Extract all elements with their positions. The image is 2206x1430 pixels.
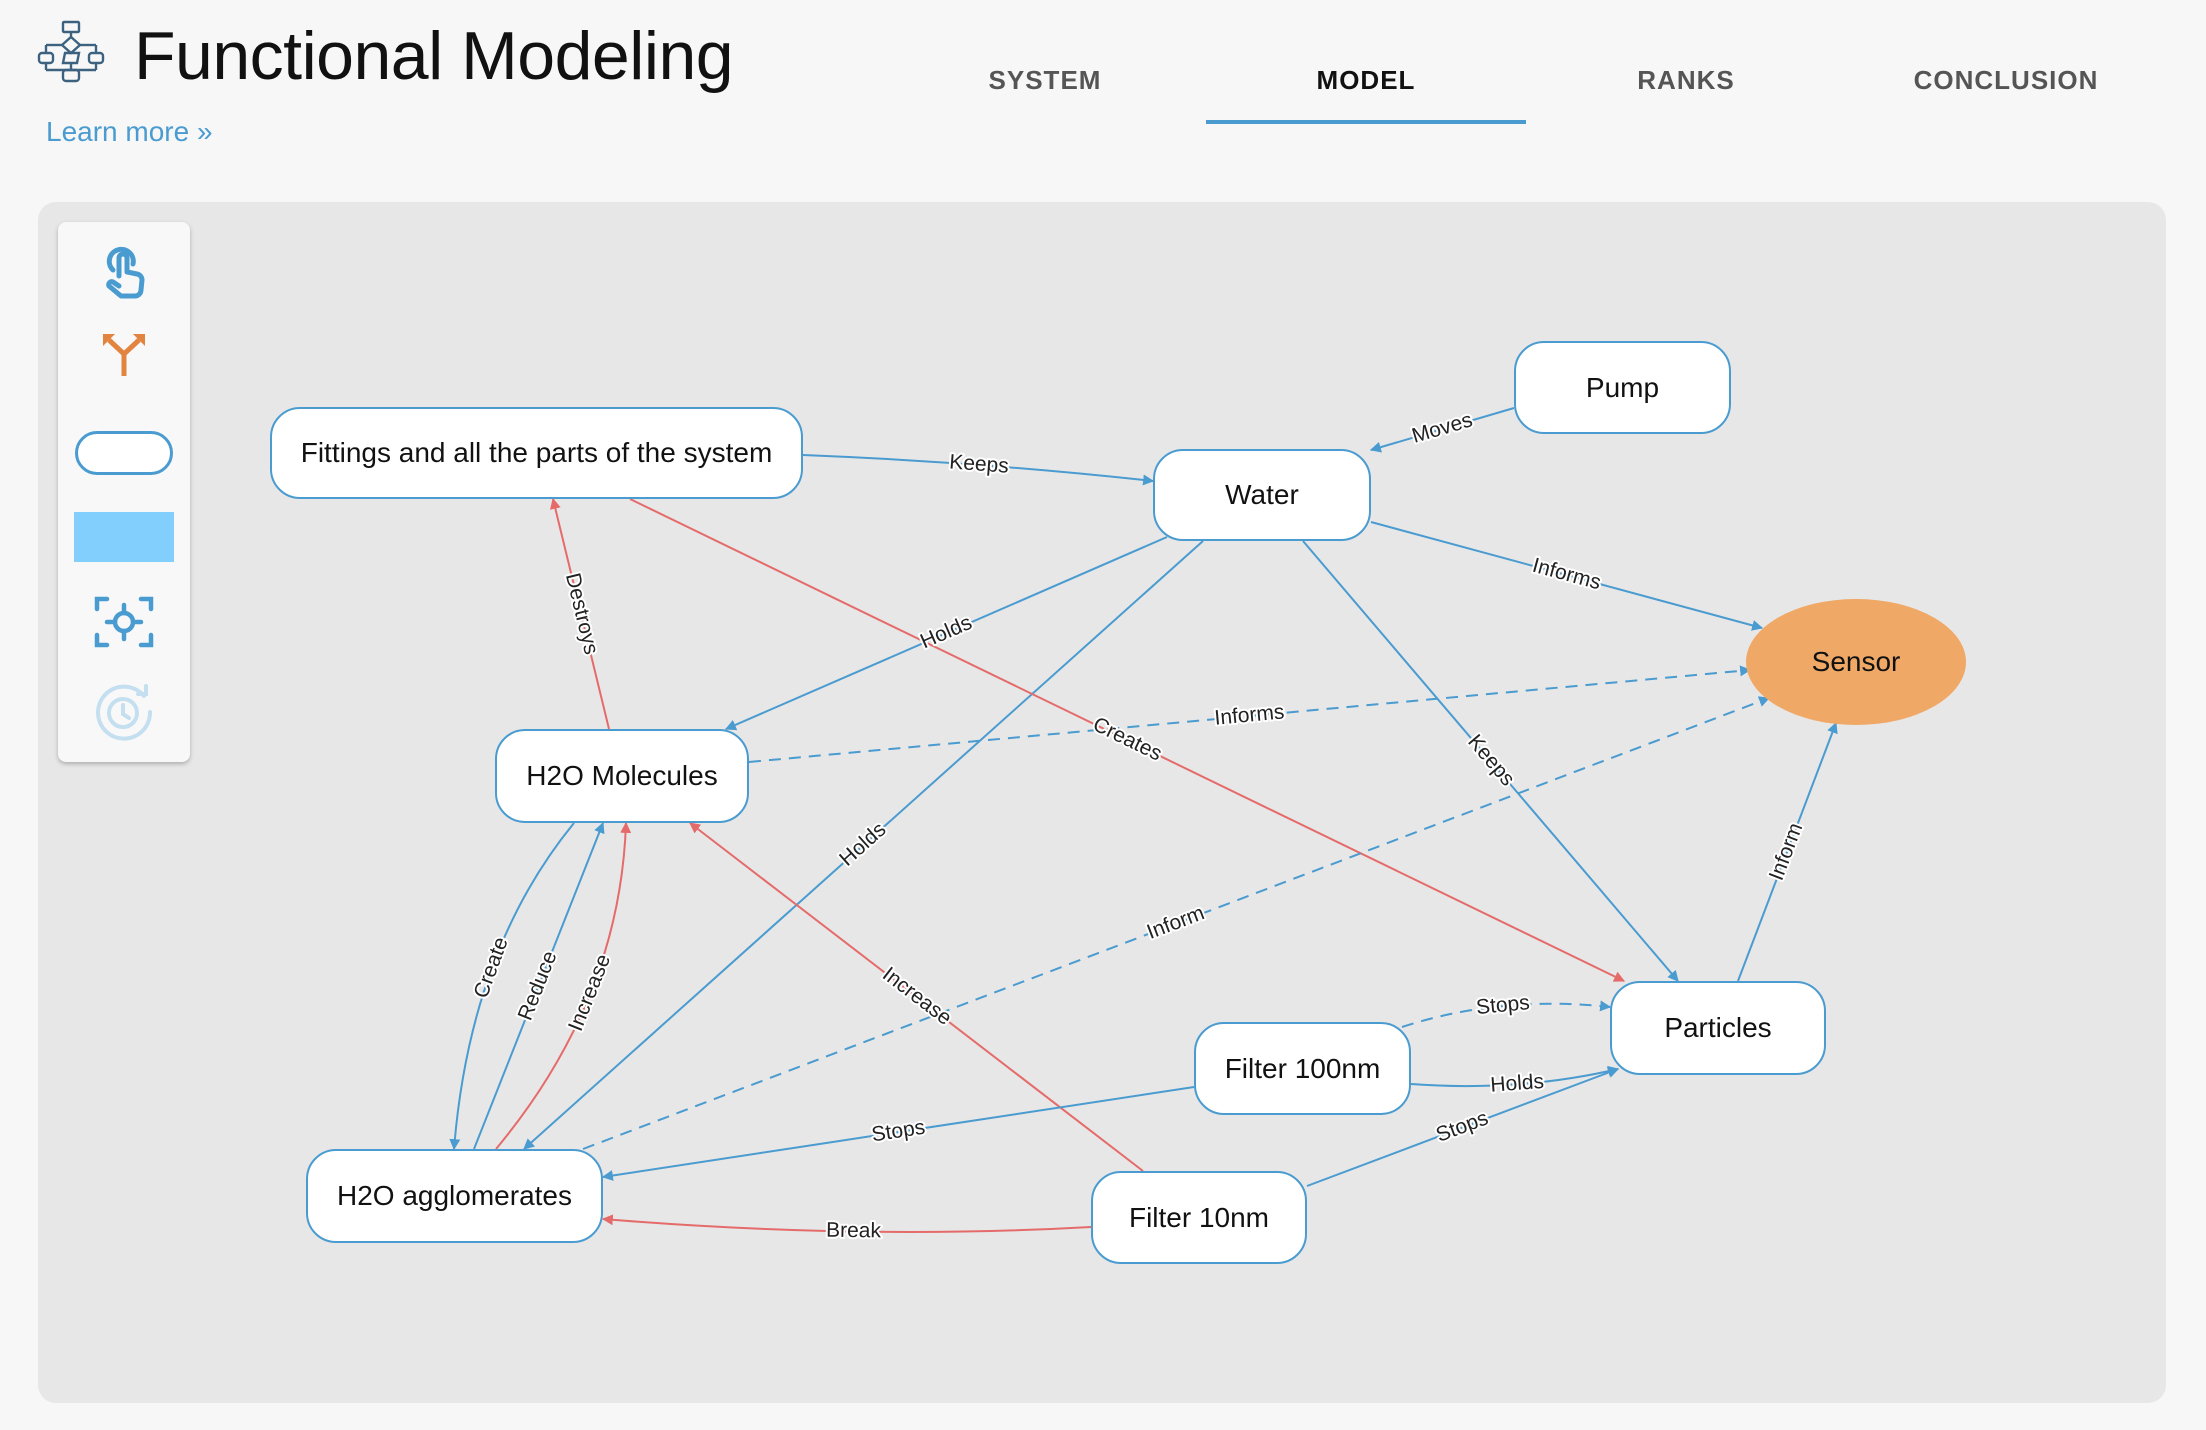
node-filter-100nm[interactable]: Filter 100nm — [1194, 1022, 1411, 1115]
node-fittings[interactable]: Fittings and all the parts of the system — [270, 407, 803, 499]
pointer-hand-icon — [99, 242, 149, 302]
add-area-tool-button[interactable] — [74, 512, 174, 562]
tab-conclusion[interactable]: CONCLUSION — [1846, 40, 2166, 120]
history-clock-icon — [92, 680, 156, 744]
node-particles[interactable]: Particles — [1610, 981, 1826, 1075]
node-h2o-molecules[interactable]: H2O Molecules — [495, 729, 749, 823]
node-filter-10nm[interactable]: Filter 10nm — [1091, 1171, 1307, 1264]
tab-ranks[interactable]: RANKS — [1526, 40, 1846, 120]
focus-target-icon — [93, 595, 155, 649]
main-tabs: SYSTEM MODEL RANKS CONCLUSION — [0, 40, 2206, 124]
split-arrow-icon — [99, 326, 149, 378]
learn-more-link[interactable]: Learn more » — [46, 116, 213, 148]
add-node-tool-button[interactable] — [74, 428, 174, 478]
node-sensor[interactable]: Sensor — [1746, 599, 1966, 725]
rounded-node-icon — [75, 431, 173, 475]
center-view-tool-button[interactable] — [74, 592, 174, 652]
diagram-toolbar — [58, 222, 190, 762]
tab-model[interactable]: MODEL — [1206, 40, 1526, 124]
node-water[interactable]: Water — [1153, 449, 1371, 541]
node-pump[interactable]: Pump — [1514, 341, 1731, 434]
area-rectangle-icon — [74, 512, 174, 562]
select-tool-button[interactable] — [74, 240, 174, 304]
history-tool-button[interactable] — [74, 680, 174, 744]
node-h2o-agglomerates[interactable]: H2O agglomerates — [306, 1149, 603, 1243]
tab-system[interactable]: SYSTEM — [885, 40, 1205, 120]
connect-tool-button[interactable] — [74, 322, 174, 382]
